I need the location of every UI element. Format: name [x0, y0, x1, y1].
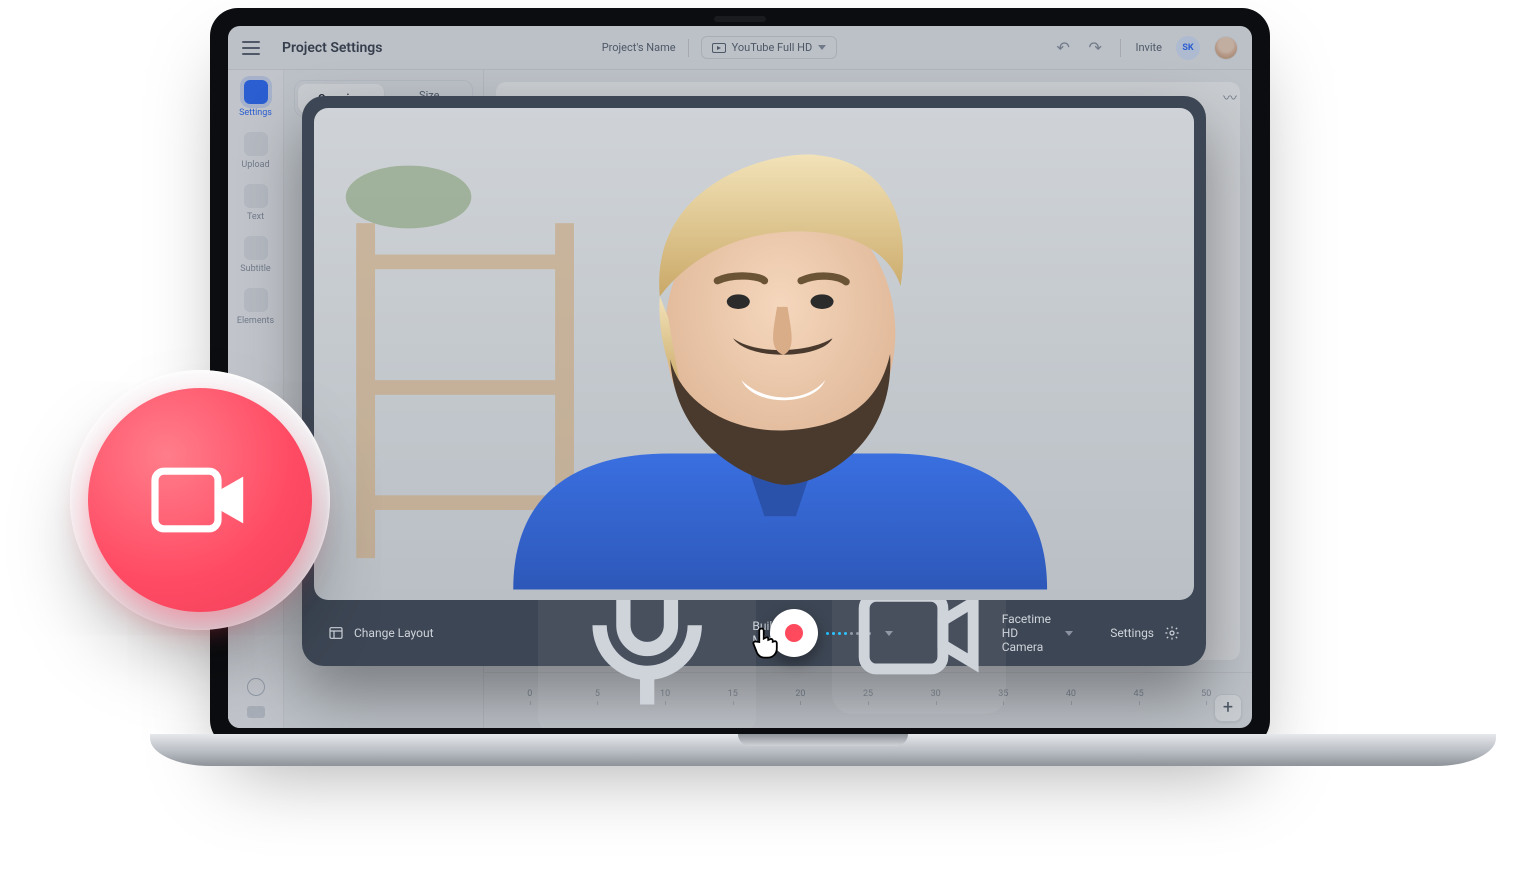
- invite-button[interactable]: Invite: [1135, 41, 1162, 54]
- tick-label: 45: [1105, 689, 1173, 699]
- tick-label: 20: [767, 689, 835, 699]
- change-layout-button[interactable]: Change Layout: [328, 625, 434, 641]
- youtube-icon: [712, 43, 726, 53]
- export-preset-dropdown[interactable]: YouTube Full HD: [701, 36, 838, 59]
- text-icon: [244, 184, 268, 208]
- keyboard-shortcuts-button[interactable]: [247, 706, 265, 718]
- upload-icon: [244, 132, 268, 156]
- topbar: Project Settings Project's Name YouTube …: [228, 26, 1252, 70]
- webcam-preview: [314, 108, 1194, 600]
- rail-item-label: Text: [247, 212, 264, 222]
- rail-item-elements[interactable]: Elements: [234, 288, 278, 326]
- recorder-controls: Change Layout Built-in Microphone: [314, 600, 1194, 666]
- rail-item-upload[interactable]: Upload: [234, 132, 278, 170]
- chevron-down-icon: [818, 45, 826, 50]
- elements-icon: [244, 288, 268, 312]
- record-video-badge: [70, 370, 330, 630]
- rail-item-label: Settings: [239, 108, 272, 118]
- collaborator-badge[interactable]: SK: [1176, 36, 1200, 60]
- gear-icon: [1164, 625, 1180, 641]
- canvas-right-gutter: 〰: [1216, 84, 1246, 664]
- rail-item-label: Elements: [237, 316, 274, 326]
- help-button[interactable]: [247, 678, 265, 696]
- page-title: Project Settings: [282, 40, 382, 56]
- redo-button[interactable]: [1088, 41, 1106, 55]
- vertical-divider: [1120, 39, 1121, 57]
- record-button[interactable]: [770, 609, 818, 657]
- trackpad-notch: [738, 734, 908, 746]
- video-camera-icon: [145, 455, 255, 545]
- topbar-center: Project's Name YouTube Full HD: [602, 36, 838, 59]
- layout-icon: [328, 625, 344, 641]
- rail-item-subtitle[interactable]: Subtitle: [234, 236, 278, 274]
- project-name: Project's Name: [602, 41, 676, 54]
- activity-icon[interactable]: 〰: [1216, 84, 1244, 112]
- preset-label: YouTube Full HD: [732, 41, 813, 54]
- rail-item-label: Subtitle: [240, 264, 270, 274]
- laptop-base: [150, 734, 1496, 766]
- undo-button[interactable]: [1056, 41, 1074, 55]
- add-track-button[interactable]: +: [1214, 694, 1242, 722]
- rail-item-settings[interactable]: Settings: [234, 80, 278, 118]
- hamburger-icon[interactable]: [242, 41, 260, 55]
- chevron-down-icon: [1065, 631, 1073, 636]
- camera-label: Facetime HD Camera: [1002, 612, 1051, 654]
- tick-label: 40: [1037, 689, 1105, 699]
- subtitle-icon: [244, 236, 268, 260]
- screen: Project Settings Project's Name YouTube …: [228, 26, 1252, 728]
- webcam-recorder-modal: Change Layout Built-in Microphone: [302, 96, 1206, 666]
- vertical-divider: [688, 39, 689, 57]
- user-avatar[interactable]: [1214, 36, 1238, 60]
- rail-item-text[interactable]: Text: [234, 184, 278, 222]
- topbar-right: Invite SK: [1056, 36, 1238, 60]
- recorder-settings-button[interactable]: Settings: [1110, 625, 1180, 641]
- recorder-settings-label: Settings: [1110, 626, 1154, 640]
- rail-bottom: [247, 678, 265, 728]
- settings-icon: [244, 80, 268, 104]
- laptop-frame: Project Settings Project's Name YouTube …: [210, 8, 1270, 748]
- change-layout-label: Change Layout: [354, 626, 434, 640]
- rail-item-label: Upload: [241, 160, 269, 170]
